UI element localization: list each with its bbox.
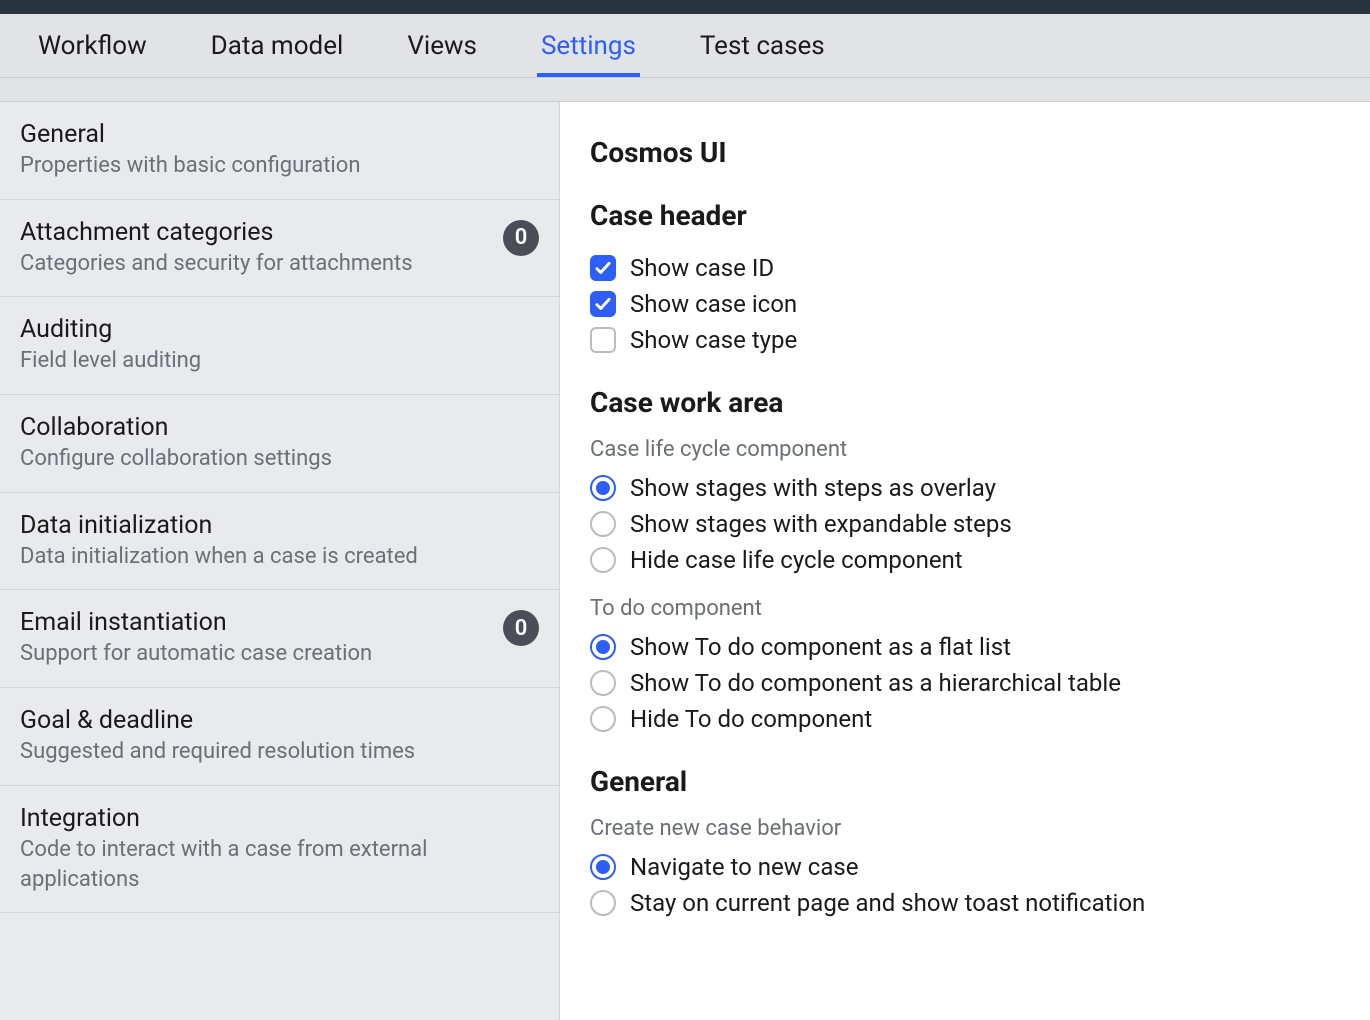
radio-icon (590, 634, 616, 660)
sidebar-item-desc: Code to interact with a case from extern… (20, 835, 539, 894)
section-heading: Case header (590, 199, 1340, 232)
tab-test-cases[interactable]: Test cases (696, 17, 829, 77)
field-label-todo: To do component (590, 596, 1340, 621)
checkbox-show-case-type[interactable]: Show case type (590, 322, 1340, 358)
radio-label: Show To do component as a flat list (630, 633, 1011, 661)
content-title: Cosmos UI (590, 136, 1340, 169)
tabbar-subgap (0, 78, 1370, 102)
radio-lifecycle-overlay[interactable]: Show stages with steps as overlay (590, 470, 1340, 506)
sidebar-item-general[interactable]: General Properties with basic configurat… (0, 102, 559, 200)
checkbox-label: Show case icon (630, 290, 797, 318)
sidebar-item-title: Attachment categories (20, 218, 413, 247)
section-case-work-area: Case work area Case life cycle component… (590, 386, 1340, 737)
field-label-create-behavior: Create new case behavior (590, 816, 1340, 841)
checkbox-icon (590, 291, 616, 317)
sidebar-item-attachment-categories[interactable]: Attachment categories Categories and sec… (0, 200, 559, 298)
radio-label: Hide To do component (630, 705, 872, 733)
sidebar-item-title: Integration (20, 804, 539, 833)
settings-content: Cosmos UI Case header Show case ID Show … (560, 102, 1370, 1020)
sidebar-item-desc: Properties with basic configuration (20, 151, 360, 181)
sidebar-item-desc: Configure collaboration settings (20, 444, 332, 474)
sidebar-item-collaboration[interactable]: Collaboration Configure collaboration se… (0, 395, 559, 493)
checkbox-show-case-id[interactable]: Show case ID (590, 250, 1340, 286)
window-titlebar (0, 0, 1370, 14)
radio-create-navigate[interactable]: Navigate to new case (590, 849, 1340, 885)
radio-create-stay[interactable]: Stay on current page and show toast noti… (590, 885, 1340, 921)
checkbox-label: Show case ID (630, 254, 774, 282)
checkbox-icon (590, 327, 616, 353)
sidebar-item-title: General (20, 120, 360, 149)
sidebar-item-title: Goal & deadline (20, 706, 415, 735)
radio-todo-flat-list[interactable]: Show To do component as a flat list (590, 629, 1340, 665)
primary-tabbar: Workflow Data model Views Settings Test … (0, 14, 1370, 78)
sidebar-item-desc: Support for automatic case creation (20, 639, 372, 669)
sidebar-item-title: Data initialization (20, 511, 418, 540)
radio-label: Show stages with expandable steps (630, 510, 1012, 538)
tab-data-model[interactable]: Data model (207, 17, 348, 77)
tab-workflow[interactable]: Workflow (34, 17, 151, 77)
radio-todo-hierarchical[interactable]: Show To do component as a hierarchical t… (590, 665, 1340, 701)
count-badge: 0 (503, 610, 539, 646)
radio-label: Hide case life cycle component (630, 546, 963, 574)
radio-label: Navigate to new case (630, 853, 858, 881)
radio-icon (590, 854, 616, 880)
sidebar-item-email-instantiation[interactable]: Email instantiation Support for automati… (0, 590, 559, 688)
body-split: General Properties with basic configurat… (0, 102, 1370, 1020)
radio-icon (590, 475, 616, 501)
radio-lifecycle-expandable[interactable]: Show stages with expandable steps (590, 506, 1340, 542)
radio-icon (590, 547, 616, 573)
radio-label: Show To do component as a hierarchical t… (630, 669, 1121, 697)
radio-label: Show stages with steps as overlay (630, 474, 996, 502)
count-badge: 0 (503, 220, 539, 256)
sidebar-item-title: Email instantiation (20, 608, 372, 637)
radio-todo-hide[interactable]: Hide To do component (590, 701, 1340, 737)
sidebar-item-desc: Data initialization when a case is creat… (20, 542, 418, 572)
radio-icon (590, 670, 616, 696)
section-general: General Create new case behavior Navigat… (590, 765, 1340, 921)
sidebar-item-desc: Suggested and required resolution times (20, 737, 415, 767)
checkbox-show-case-icon[interactable]: Show case icon (590, 286, 1340, 322)
radio-icon (590, 890, 616, 916)
sidebar-item-desc: Categories and security for attachments (20, 249, 413, 279)
field-label-lifecycle: Case life cycle component (590, 437, 1340, 462)
radio-lifecycle-hide[interactable]: Hide case life cycle component (590, 542, 1340, 578)
radio-icon (590, 706, 616, 732)
tab-settings[interactable]: Settings (537, 17, 640, 77)
section-heading: General (590, 765, 1340, 798)
sidebar-item-desc: Field level auditing (20, 346, 201, 376)
sidebar-item-integration[interactable]: Integration Code to interact with a case… (0, 786, 559, 913)
section-heading: Case work area (590, 386, 1340, 419)
tab-views[interactable]: Views (403, 17, 481, 77)
section-case-header: Case header Show case ID Show case icon … (590, 199, 1340, 358)
checkbox-icon (590, 255, 616, 281)
radio-icon (590, 511, 616, 537)
sidebar-item-auditing[interactable]: Auditing Field level auditing (0, 297, 559, 395)
radio-label: Stay on current page and show toast noti… (630, 889, 1145, 917)
sidebar-item-goal-deadline[interactable]: Goal & deadline Suggested and required r… (0, 688, 559, 786)
sidebar-item-title: Collaboration (20, 413, 332, 442)
settings-sidebar: General Properties with basic configurat… (0, 102, 560, 1020)
sidebar-item-data-initialization[interactable]: Data initialization Data initialization … (0, 493, 559, 591)
checkbox-label: Show case type (630, 326, 797, 354)
sidebar-item-title: Auditing (20, 315, 201, 344)
